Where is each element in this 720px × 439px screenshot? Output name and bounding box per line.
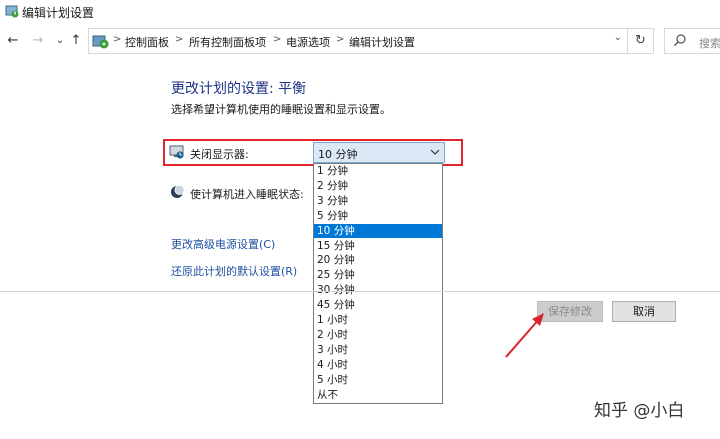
dropdown-option[interactable]: 4 小时	[314, 358, 442, 373]
search-input[interactable]: 搜索	[664, 28, 720, 54]
dropdown-option[interactable]: 20 分钟	[314, 253, 442, 268]
moon-icon	[171, 185, 185, 198]
control-panel-icon	[92, 35, 109, 49]
dropdown-option[interactable]: 从不	[314, 388, 442, 403]
watermark: 知乎 @小白	[594, 401, 685, 421]
display-timeout-dropdown-list[interactable]: 1 分钟 2 分钟 3 分钟 5 分钟 10 分钟 15 分钟 20 分钟 25…	[313, 163, 443, 404]
dropdown-option[interactable]: 45 分钟	[314, 298, 442, 313]
search-placeholder: 搜索	[699, 37, 720, 50]
search-icon	[674, 34, 686, 46]
dropdown-option[interactable]: 25 分钟	[314, 268, 442, 283]
address-dropdown-icon[interactable]: ⌄	[614, 32, 622, 43]
annotation-arrow-icon	[505, 313, 544, 358]
dropdown-option[interactable]: 15 分钟	[314, 239, 442, 254]
advanced-power-settings-link[interactable]: 更改高级电源设置(C)	[171, 236, 275, 252]
breadcrumb-control-panel[interactable]: 控制面板	[125, 34, 169, 50]
page-title: 更改计划的设置: 平衡	[171, 81, 307, 97]
chevron-down-icon	[430, 149, 440, 155]
turn-off-display-value: 10 分钟	[318, 148, 358, 161]
dropdown-option[interactable]: 5 分钟	[314, 209, 442, 224]
restore-defaults-link[interactable]: 还原此计划的默认设置(R)	[171, 263, 297, 279]
window-title: 编辑计划设置	[22, 6, 95, 20]
breadcrumb-separator: >	[113, 34, 122, 45]
turn-off-display-label: 关闭显示器:	[190, 148, 249, 161]
sleep-label: 使计算机进入睡眠状态:	[190, 188, 304, 201]
page-description: 选择希望计算机使用的睡眠设置和显示设置。	[171, 103, 391, 116]
up-button[interactable]: ↑	[68, 32, 84, 50]
dropdown-option[interactable]: 2 小时	[314, 328, 442, 343]
dropdown-option[interactable]: 2 分钟	[314, 179, 442, 194]
dropdown-option[interactable]: 5 小时	[314, 373, 442, 388]
breadcrumb-separator: >	[175, 34, 184, 45]
power-options-icon	[5, 5, 19, 18]
cancel-button[interactable]: 取消	[612, 301, 676, 322]
monitor-icon	[169, 145, 184, 159]
breadcrumb-separator: >	[336, 34, 345, 45]
address-bar[interactable]: > 控制面板 > 所有控制面板项 > 电源选项 > 编辑计划设置 ⌄	[88, 28, 628, 54]
breadcrumb-power-options[interactable]: 电源选项	[286, 34, 330, 50]
breadcrumb-separator: >	[273, 34, 282, 45]
navigation-bar: ← → ⌄ ↑ > 控制面板 > 所有控制面板项 > 电源选项 > 编辑计划设置…	[0, 28, 720, 54]
breadcrumb-all-items[interactable]: 所有控制面板项	[189, 34, 266, 50]
title-bar: 编辑计划设置	[0, 0, 720, 24]
dropdown-option[interactable]: 1 小时	[314, 313, 442, 328]
dropdown-option-selected[interactable]: 10 分钟	[314, 223, 442, 239]
dropdown-option[interactable]: 1 分钟	[314, 164, 442, 179]
dropdown-option[interactable]: 3 分钟	[314, 194, 442, 209]
dropdown-option[interactable]: 3 小时	[314, 343, 442, 358]
refresh-button[interactable]: ↻	[628, 28, 654, 54]
turn-off-display-select[interactable]: 10 分钟	[313, 142, 445, 163]
recent-locations-button[interactable]: ⌄	[52, 32, 68, 50]
breadcrumb-edit-plan[interactable]: 编辑计划设置	[349, 34, 415, 50]
forward-button[interactable]: →	[30, 32, 46, 50]
back-button[interactable]: ←	[5, 32, 21, 50]
section-divider	[0, 291, 720, 292]
